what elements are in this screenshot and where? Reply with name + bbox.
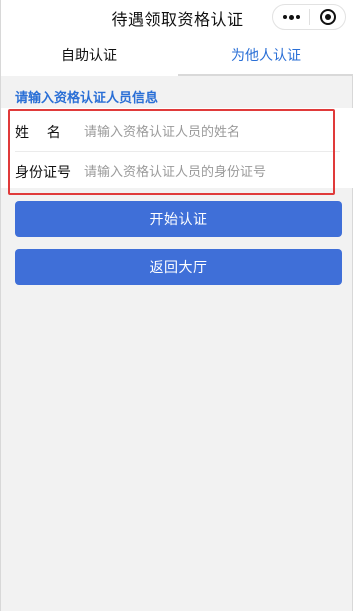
more-dots-icon[interactable]: [273, 5, 309, 29]
target-close-icon[interactable]: [310, 5, 345, 29]
tab-self-auth[interactable]: 自助认证: [1, 34, 177, 76]
name-input[interactable]: [84, 119, 334, 145]
start-auth-button[interactable]: 开始认证: [15, 201, 342, 237]
target-close-icon-svg: [319, 9, 336, 25]
app-frame: 待遇领取资格认证 自助认证 为他人认证 请输入资格认证人员信息 姓 名 请输入资…: [0, 0, 353, 611]
id-number-input[interactable]: [84, 159, 334, 185]
tab-other-underline: [178, 74, 353, 76]
id-number-row: 身份证号: [1, 152, 353, 192]
tab-self-auth-label: 自助认证: [61, 48, 117, 64]
tab-other-auth-label: 为他人认证: [231, 48, 301, 64]
tab-bar: 自助认证 为他人认证: [1, 34, 353, 76]
section-title: 请输入资格认证人员信息: [15, 91, 159, 106]
tab-other-auth[interactable]: 为他人认证: [178, 34, 353, 76]
title-bar: 待遇领取资格认证: [1, 0, 353, 34]
name-label: 姓 名: [15, 125, 61, 141]
info-form: 姓 名 身份证号: [1, 108, 353, 188]
back-to-hall-button[interactable]: 返回大厅: [15, 249, 342, 285]
name-row: 姓 名: [1, 112, 353, 152]
mini-program-capsule: [272, 4, 346, 30]
id-number-label: 身份证号: [15, 165, 71, 181]
